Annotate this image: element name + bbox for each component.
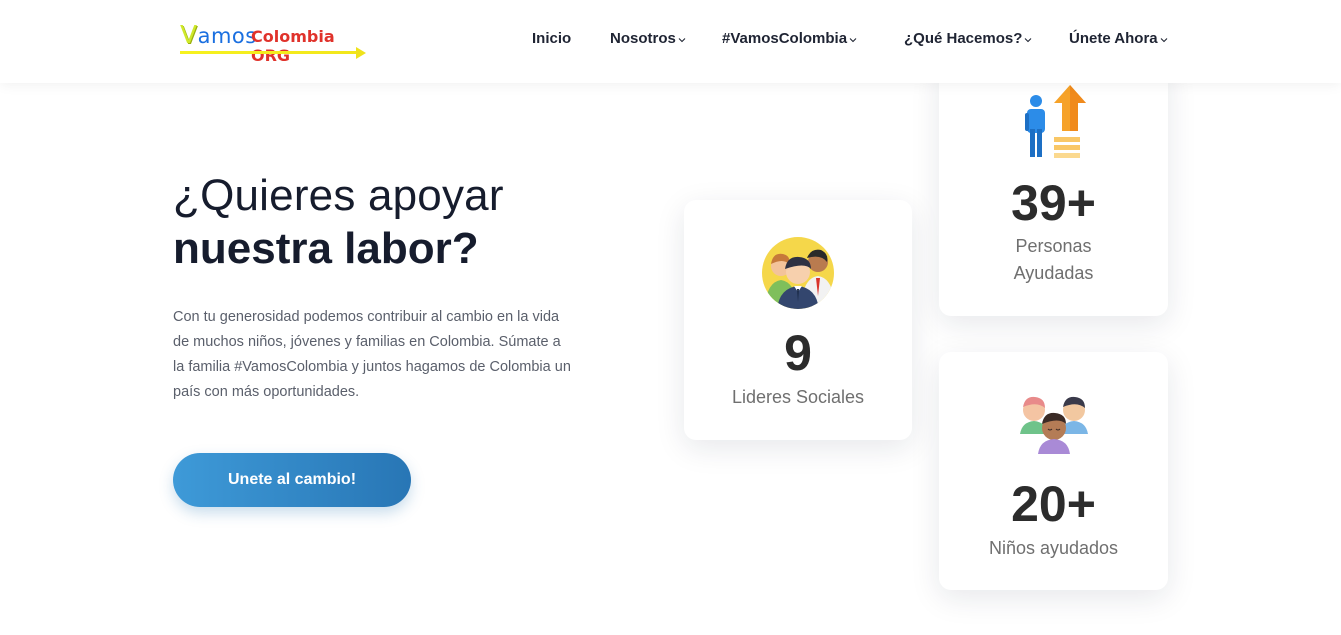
stat-value-ninos: 20+ [1011,476,1096,532]
stat-value-personas: 39+ [1011,175,1096,231]
leaders-group-icon [762,237,834,309]
stat-card-ninos: 20+ Niños ayudados [939,352,1168,590]
chevron-down-icon [1024,37,1032,42]
logo-vamos-text: Vamos [180,20,257,49]
site-logo[interactable]: Vamos Colombia ORG [178,18,370,65]
logo-colombia-text: Colombia ORG [251,27,335,65]
children-group-icon [1019,396,1088,454]
nav-label: Nosotros [610,30,676,47]
hero-title-bold: nuestra labor? [173,224,479,273]
logo-arrow-icon [356,47,366,59]
nav-label: Únete Ahora [1069,30,1158,47]
nav-label: #VamosColombia [722,30,848,47]
logo-underline [180,51,360,54]
hero-title-light: ¿Quieres apoyar [173,171,504,220]
nav-item-vamoscolombia[interactable]: #VamosColombia [722,30,857,47]
site-header: Vamos Colombia ORG Inicio Nosotros #Vamo… [0,0,1341,83]
nav-label: ¿Qué Hacemos? [904,30,1023,47]
stat-card-lideres: 9 Lideres Sociales [684,200,912,440]
chevron-down-icon [1160,37,1168,42]
person-growth-arrow-icon [1024,85,1086,158]
nav-label: Inicio [532,30,572,47]
nav-item-que-hacemos[interactable]: ¿Qué Hacemos? [904,30,1032,47]
stat-label-ninos: Niños ayudados [988,538,1119,558]
join-change-button[interactable]: Unete al cambio! [173,453,411,507]
stat-label-personas-line1: Personas [1015,236,1092,256]
stat-label-personas-line2: Ayudadas [1013,263,1094,283]
stat-label-lideres: Lideres Sociales [731,387,865,407]
nav-item-inicio[interactable]: Inicio [532,30,571,47]
chevron-down-icon [678,37,686,42]
stat-card-personas: 39+ Personas Ayudadas [939,60,1168,316]
nav-item-unete-ahora[interactable]: Únete Ahora [1069,30,1168,47]
stat-value-lideres: 9 [784,325,812,381]
chevron-down-icon [849,37,857,42]
nav-item-nosotros[interactable]: Nosotros [610,30,686,47]
hero-paragraph: Con tu generosidad podemos contribuir al… [173,309,571,400]
